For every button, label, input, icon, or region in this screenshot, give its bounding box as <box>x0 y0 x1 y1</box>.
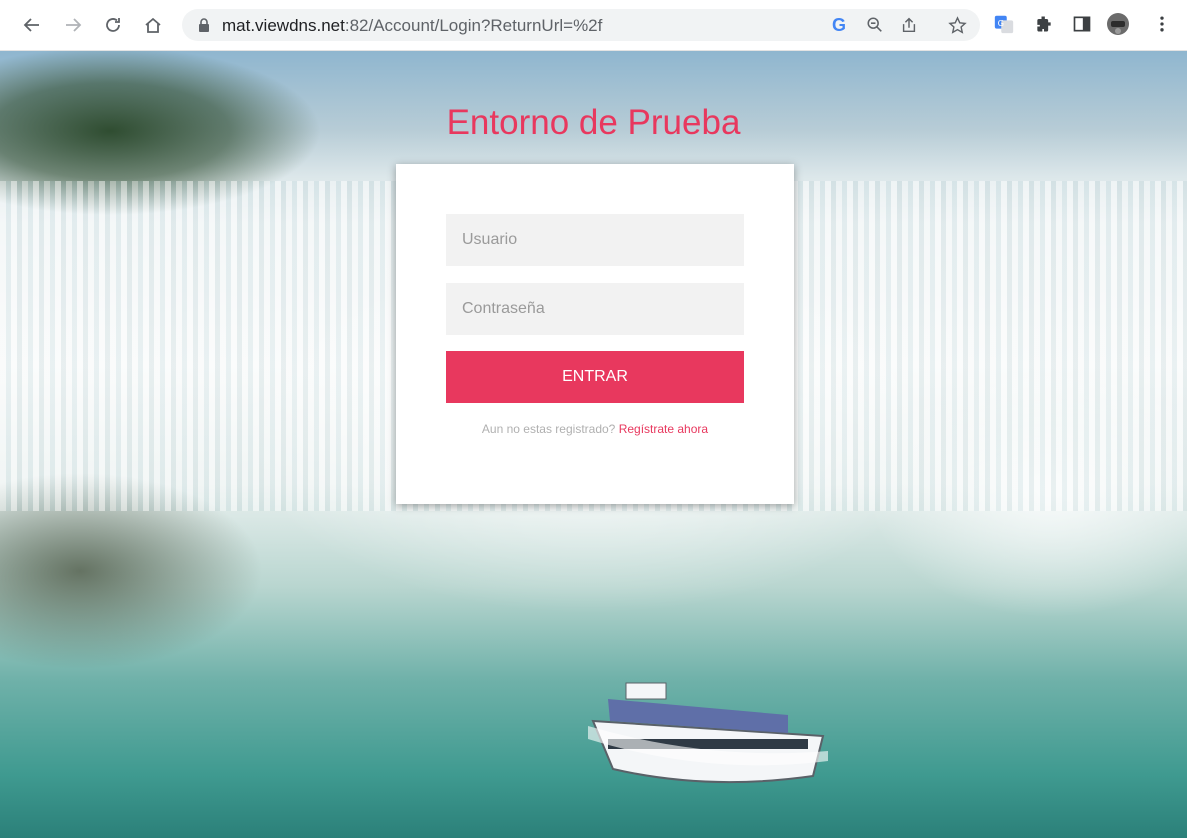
page-title: Entorno de Prueba <box>446 103 741 142</box>
password-input[interactable] <box>446 283 744 335</box>
star-icon[interactable] <box>946 14 968 36</box>
username-input[interactable] <box>446 214 744 266</box>
register-prompt: Aun no estas registrado? Regístrate ahor… <box>396 422 794 436</box>
url-host: mat.viewdns.net <box>222 16 345 35</box>
forward-icon[interactable] <box>58 10 88 40</box>
zoom-icon[interactable] <box>864 14 886 36</box>
back-icon[interactable] <box>17 10 47 40</box>
sidepanel-icon[interactable] <box>1070 12 1094 36</box>
login-button[interactable]: ENTRAR <box>446 351 744 403</box>
url-text[interactable]: mat.viewdns.net:82/Account/Login?ReturnU… <box>222 16 602 36</box>
login-page: Entorno de Prueba ENTRAR Aun no estas re… <box>0 51 1187 838</box>
menu-icon[interactable] <box>1150 12 1174 36</box>
register-prompt-text: Aun no estas registrado? <box>481 422 616 436</box>
login-card: ENTRAR Aun no estas registrado? Regístra… <box>396 164 794 504</box>
url-path: :82/Account/Login?ReturnUrl=%2f <box>344 16 603 35</box>
home-icon[interactable] <box>138 10 168 40</box>
extensions-icon[interactable] <box>1032 12 1056 36</box>
translate-icon[interactable]: G <box>992 12 1016 36</box>
reload-icon[interactable] <box>98 10 128 40</box>
lock-icon[interactable] <box>196 17 212 33</box>
profile-icon[interactable] <box>1106 12 1130 36</box>
register-link[interactable]: Regístrate ahora <box>619 422 708 436</box>
google-icon[interactable]: G <box>828 14 850 36</box>
browser-toolbar: mat.viewdns.net:82/Account/Login?ReturnU… <box>0 0 1187 51</box>
address-bar[interactable]: mat.viewdns.net:82/Account/Login?ReturnU… <box>182 9 980 41</box>
svg-text:G: G <box>998 18 1004 28</box>
share-icon[interactable] <box>898 14 920 36</box>
boat-image <box>588 682 828 784</box>
